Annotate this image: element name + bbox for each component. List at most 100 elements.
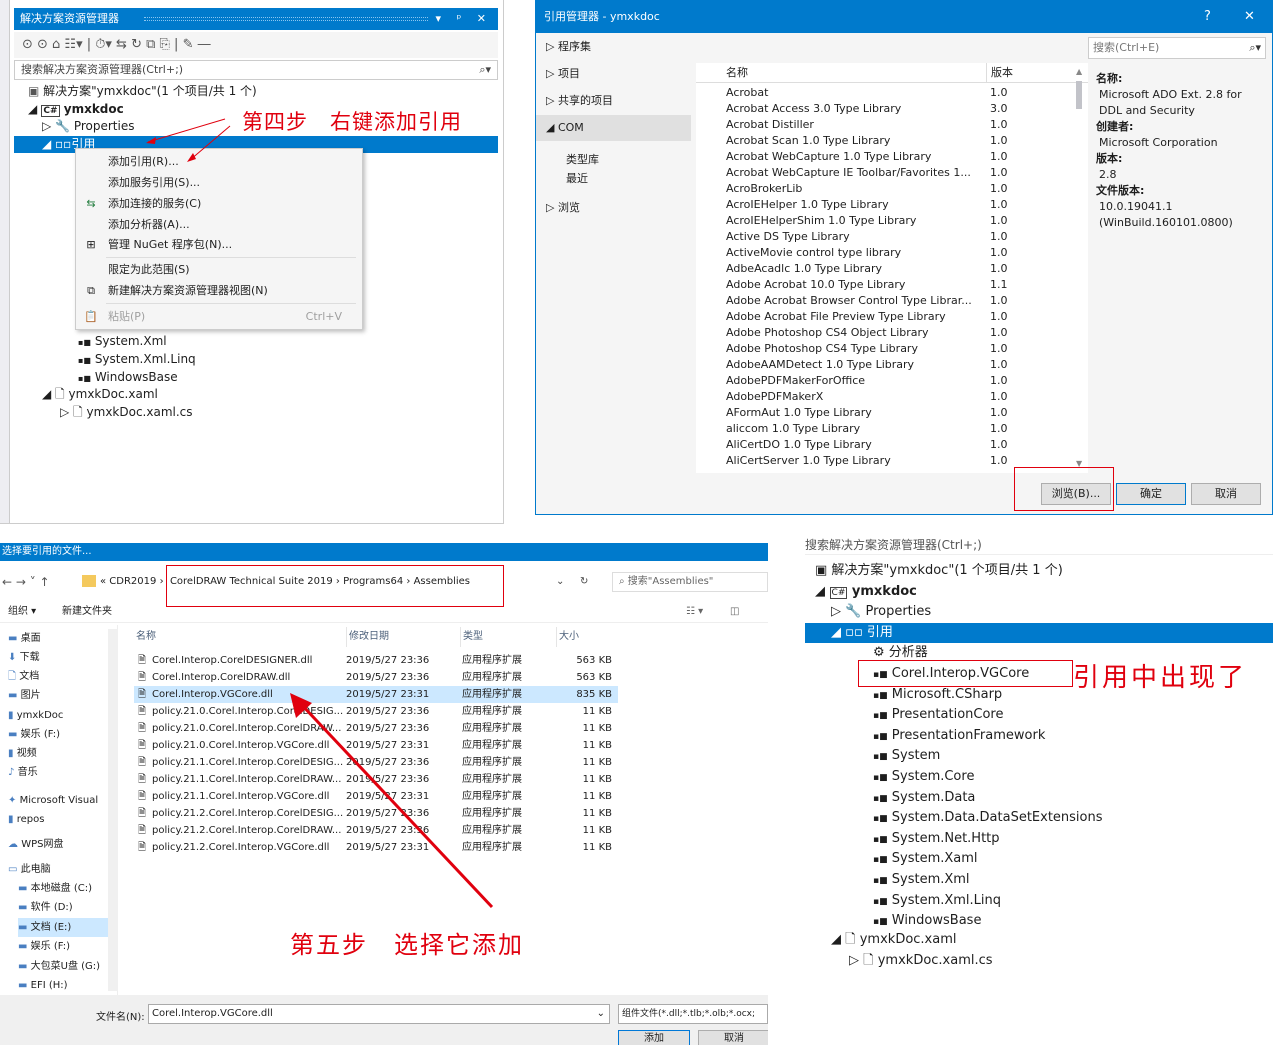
add-button[interactable]: 添加	[618, 1030, 690, 1045]
com-list-row[interactable]: AcroBrokerLib 1.0	[726, 181, 1086, 197]
column-name[interactable]: 名称	[726, 63, 748, 83]
tree-xaml-label: ymxkDoc.xaml	[859, 932, 957, 947]
com-list-row[interactable]: AdobePDFMakerForOffice 1.0	[726, 373, 1086, 389]
com-list-row[interactable]: Acrobat 1.0	[726, 85, 1086, 101]
tree-reference-item[interactable]: ▪■ System.Data.DataSetExtensions	[873, 808, 1103, 828]
com-list-row[interactable]: Acrobat WebCapture IE Toolbar/Favorites …	[726, 165, 1086, 181]
tree-project-label: ymxkdoc	[851, 584, 917, 599]
column-version[interactable]: 版本	[986, 63, 1013, 83]
assembly-icon: ▪■	[873, 773, 888, 783]
row-version: 1.0	[990, 294, 1008, 307]
nav-recent[interactable]: 最近	[566, 170, 588, 186]
assembly-icon: ▪■	[873, 876, 888, 886]
com-list-row[interactable]: Acrobat Scan 1.0 Type Library 1.0	[726, 133, 1086, 149]
annotation-arrows	[146, 118, 231, 162]
cancel-button[interactable]: 取消	[1191, 483, 1261, 505]
com-list-row[interactable]: Adobe Photoshop CS4 Type Library 1.0	[726, 341, 1086, 357]
reference-details: 名称: Microsoft ADO Ext. 2.8 for DDL and S…	[1096, 71, 1266, 231]
tree-reference-item[interactable]: ▪■ WindowsBase	[873, 911, 981, 931]
assembly-icon: ▪■	[873, 814, 888, 825]
arrow-head	[146, 137, 156, 144]
tree-reference-item[interactable]: ▪■ System.Xml	[873, 870, 970, 890]
com-list-row[interactable]: AliCertDO 1.0 Type Library 1.0	[726, 437, 1086, 453]
tree-reference-item[interactable]: ▪■ System.Xml.Linq	[873, 891, 1001, 911]
tree-reference-label: System.Xml.Linq	[891, 892, 1002, 908]
tree-reference-item[interactable]: ▪■ PresentationFramework	[873, 726, 1045, 746]
tree-reference-item[interactable]: ▪■ PresentationCore	[873, 705, 1003, 725]
search-input[interactable]: 搜索解决方案资源管理器(Ctrl+;)	[805, 535, 1273, 555]
nav-label: COM	[557, 121, 584, 134]
tree-references[interactable]: ◢ ▫▫ 引用	[805, 623, 1273, 643]
chevron-down-icon[interactable]: ⌄	[597, 1005, 605, 1023]
solution-explorer-result: 搜索解决方案资源管理器(Ctrl+;) ▣ 解决方案"ymxkdoc"(1 个项…	[805, 535, 1273, 1045]
nav-shared-projects[interactable]: ▷ 共享的项目	[536, 88, 691, 114]
nav-assemblies[interactable]: ▷ 程序集	[536, 34, 691, 60]
row-version: 1.0	[990, 182, 1008, 195]
row-name: AcroIEHelperShim 1.0 Type Library	[726, 214, 917, 227]
tree-reference-item[interactable]: ▪■ Microsoft.CSharp	[873, 685, 1002, 705]
tree-reference-label: System.Xml	[891, 872, 970, 887]
com-list-row[interactable]: Adobe Acrobat 10.0 Type Library 1.1	[726, 277, 1086, 293]
tree-reference-item[interactable]: ▪■ System	[873, 746, 940, 766]
row-version: 1.0	[990, 230, 1008, 243]
nav-com[interactable]: ◢ COM	[536, 115, 691, 141]
com-list-row[interactable]: AFormAut 1.0 Type Library 1.0	[726, 405, 1086, 421]
com-list-row[interactable]: AdobeAAMDetect 1.0 Type Library 1.0	[726, 357, 1086, 373]
tree-xaml[interactable]: ◢ 🗋 ymxkDoc.xaml	[831, 930, 957, 950]
nav-browse[interactable]: ▷ 浏览	[536, 195, 691, 221]
tree-reference-item[interactable]: ▪■ System.Data	[873, 788, 975, 808]
tree-solution-label: 解决方案"ymxkdoc"(1 个项目/共 1 个)	[831, 563, 1063, 578]
tree-project[interactable]: ◢ C# ymxkdoc	[815, 582, 917, 602]
row-version: 1.1	[990, 278, 1008, 291]
nav-projects[interactable]: ▷ 项目	[536, 61, 691, 87]
com-list-row[interactable]: Adobe Acrobat File Preview Type Library 1…	[726, 309, 1086, 325]
file-type-filter[interactable]: 组件文件(*.dll;*.tlb;*.olb;*.ocx;	[618, 1004, 768, 1024]
tree-reference-item[interactable]: ▪■ System.Xaml	[873, 849, 978, 869]
filter-value: 组件文件(*.dll;*.tlb;*.olb;*.ocx;	[622, 1009, 756, 1019]
com-list-row[interactable]: Active DS Type Library 1.0	[726, 229, 1086, 245]
com-list-row[interactable]: aliccom 1.0 Type Library 1.0	[726, 421, 1086, 437]
row-version: 1.0	[990, 406, 1008, 419]
row-name: Adobe Acrobat File Preview Type Library	[726, 310, 946, 323]
detail-version-label: 版本:	[1096, 152, 1123, 165]
com-list-row[interactable]: AcroIEHelperShim 1.0 Type Library 1.0	[726, 213, 1086, 229]
filename-input[interactable]: Corel.Interop.VGCore.dll ⌄	[148, 1004, 610, 1024]
com-list-row[interactable]: ActiveMovie control type library 1.0	[726, 245, 1086, 261]
detail-file-version-label: 文件版本:	[1096, 184, 1145, 197]
ok-button[interactable]: 确定	[1116, 483, 1186, 505]
collapse-icon: ▷	[546, 94, 558, 107]
scroll-up-icon[interactable]: ▲	[1076, 67, 1082, 76]
help-button[interactable]: ?	[1204, 1, 1211, 33]
close-button[interactable]: ✕	[1244, 1, 1255, 33]
com-list-row[interactable]: AdbeAcadlc 1.0 Type Library 1.0	[726, 261, 1086, 277]
tree-properties[interactable]: ▷ 🔧 Properties	[831, 602, 931, 622]
list-scrollbar[interactable]: ▲ ▼	[1074, 67, 1084, 468]
nav-type-libraries[interactable]: 类型库	[566, 151, 599, 167]
cancel-button[interactable]: 取消	[698, 1030, 768, 1045]
com-list-row[interactable]: Acrobat Distiller 1.0	[726, 117, 1086, 133]
row-version: 1.0	[990, 118, 1008, 131]
assembly-icon: ▪■	[873, 793, 888, 804]
tree-reference-label: System.Data.DataSetExtensions	[891, 810, 1103, 826]
com-list-row[interactable]: Adobe Photoshop CS4 Object Library 1.0	[726, 325, 1086, 341]
tree-xaml-cs[interactable]: ▷ 🗋 ymxkDoc.xaml.cs	[849, 951, 993, 971]
com-list-row[interactable]: Acrobat Access 3.0 Type Library 3.0	[726, 101, 1086, 117]
tree-properties-label: Properties	[865, 604, 932, 619]
annotation-arrow-step5	[290, 693, 494, 909]
row-version: 1.0	[990, 438, 1008, 451]
tree-reference-item[interactable]: ▪■ System.Core	[873, 767, 974, 787]
tree-solution[interactable]: ▣ 解决方案"ymxkdoc"(1 个项目/共 1 个)	[815, 561, 1063, 581]
row-name: Adobe Acrobat Browser Control Type Libra…	[726, 294, 972, 307]
reference-manager-titlebar: 引用管理器 - ymxkdoc ? ✕	[536, 1, 1272, 33]
com-list-row[interactable]: AcroIEHelper 1.0 Type Library 1.0	[726, 197, 1086, 213]
tree-reference-label: System.Xaml	[891, 851, 978, 867]
search-icon[interactable]: ⌕▾	[1249, 38, 1261, 58]
reference-search-input[interactable]: 搜索(Ctrl+E) ⌕▾	[1088, 37, 1266, 59]
com-list-row[interactable]: Adobe Acrobat Browser Control Type Libra…	[726, 293, 1086, 309]
scroll-thumb[interactable]	[1076, 81, 1082, 109]
row-version: 1.0	[990, 342, 1008, 355]
com-list-row[interactable]: Acrobat WebCapture 1.0 Type Library 1.0	[726, 149, 1086, 165]
tree-reference-item[interactable]: ▪■ System.Net.Http	[873, 829, 1000, 849]
collapse-icon: ▷	[546, 201, 558, 214]
com-list-row[interactable]: AdobePDFMakerX 1.0	[726, 389, 1086, 405]
